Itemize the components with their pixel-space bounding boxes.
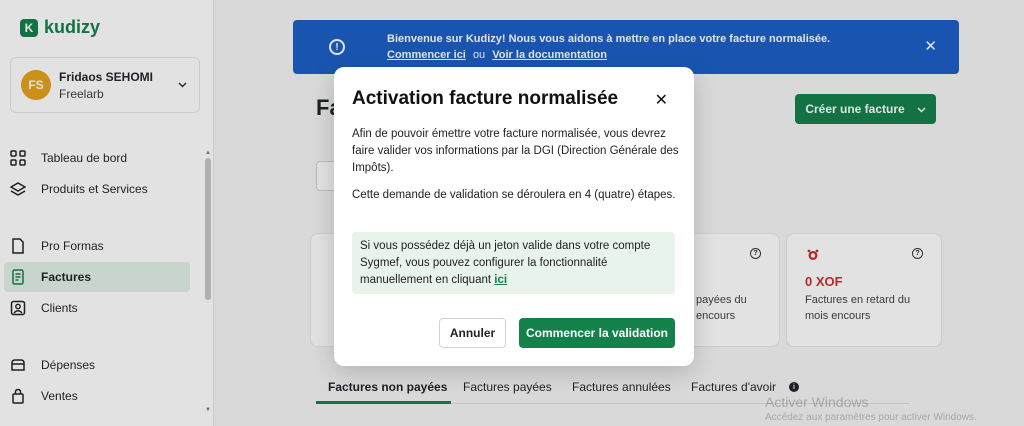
configure-manually-link[interactable]: ici [494, 274, 507, 286]
close-icon[interactable]: ✕ [655, 90, 668, 110]
modal-title: Activation facture normalisée [352, 88, 619, 109]
modal-paragraph-intro: Afin de pouvoir émettre votre facture no… [352, 128, 679, 174]
modal-paragraph-steps: Cette demande de validation se déroulera… [352, 189, 676, 201]
start-validation-button[interactable]: Commencer la validation [519, 318, 675, 348]
modal-note: Si vous possédez déjà un jeton valide da… [352, 232, 675, 294]
activation-modal: Activation facture normalisée ✕ Afin de … [334, 67, 694, 366]
cancel-button[interactable]: Annuler [439, 318, 506, 348]
